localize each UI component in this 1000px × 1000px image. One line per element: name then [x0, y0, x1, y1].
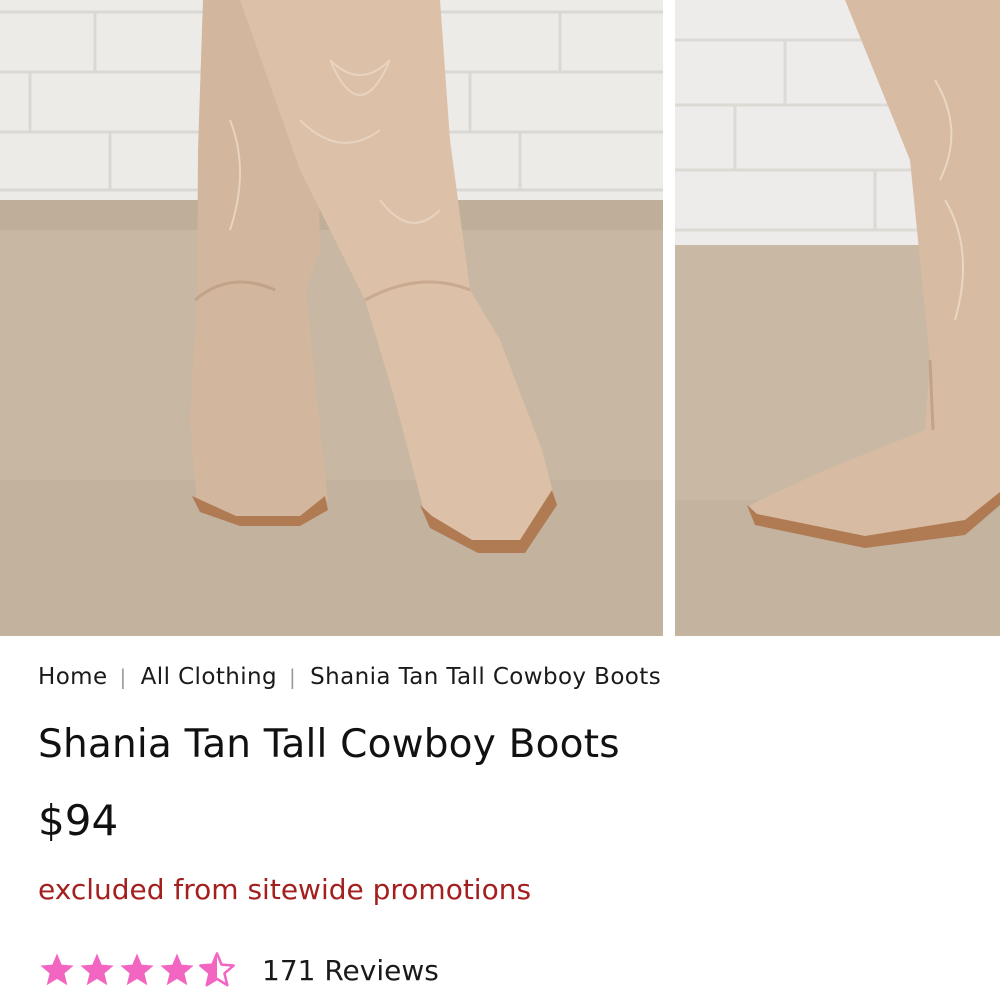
- star-full-icon: [40, 953, 74, 986]
- product-price: $94: [38, 796, 119, 845]
- breadcrumb-current: Shania Tan Tall Cowboy Boots: [310, 664, 662, 690]
- rating-stars: [38, 951, 238, 989]
- breadcrumb: Home | All Clothing | Shania Tan Tall Cowboy…: [38, 664, 661, 690]
- breadcrumb-separator: |: [288, 665, 297, 689]
- product-title: Shania Tan Tall Cowboy Boots: [38, 722, 620, 767]
- breadcrumb-category-link[interactable]: All Clothing: [141, 664, 277, 690]
- star-full-icon: [160, 953, 194, 986]
- star-half-icon: [199, 952, 235, 987]
- star-full-icon: [80, 953, 114, 986]
- breadcrumb-separator: |: [119, 665, 127, 689]
- product-gallery: [0, 0, 1000, 636]
- product-image-side[interactable]: [675, 0, 1000, 636]
- product-rating[interactable]: 171 Reviews: [38, 947, 439, 993]
- boot-side-photo: [675, 0, 1000, 636]
- reviews-count-link[interactable]: 171 Reviews: [262, 954, 439, 987]
- star-full-icon: [120, 953, 154, 986]
- boots-front-photo: [0, 0, 663, 636]
- product-image-front[interactable]: [0, 0, 663, 636]
- promo-exclusion-note: excluded from sitewide promotions: [38, 873, 532, 906]
- breadcrumb-home-link[interactable]: Home: [38, 664, 108, 690]
